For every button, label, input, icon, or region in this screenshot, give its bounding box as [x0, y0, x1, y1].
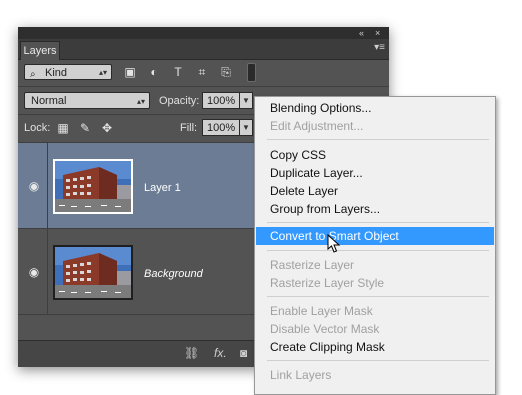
tab-layers[interactable]: Layers	[20, 41, 60, 60]
eye-icon[interactable]: ◉	[27, 180, 41, 192]
opacity-dropdown-button[interactable]: ▼	[239, 92, 253, 109]
menu-item-enable-layer-mask[interactable]: Enable Layer Mask	[256, 302, 494, 320]
adjustment-filter-icon[interactable]: ◐	[146, 64, 162, 80]
collapse-icon[interactable]: «	[359, 27, 364, 39]
shape-filter-icon[interactable]: ⌗	[194, 64, 210, 80]
filter-kind-label: Kind	[45, 67, 68, 79]
close-icon[interactable]: ×	[375, 27, 380, 39]
fill-label: Fill:	[180, 122, 198, 134]
divider	[18, 86, 389, 87]
menu-separator	[267, 139, 489, 140]
lock-transparent-pixels-icon[interactable]: ▦	[56, 121, 70, 135]
menu-item-disable-vector-mask[interactable]: Disable Vector Mask	[256, 320, 494, 338]
lock-position-icon[interactable]: ✥	[100, 121, 114, 135]
menu-separator	[267, 360, 489, 361]
menu-item-copy-css[interactable]: Copy CSS	[256, 146, 494, 164]
chevron-updown-icon: ▴▾	[98, 68, 107, 77]
menu-item-group-from-layers[interactable]: Group from Layers...	[256, 200, 494, 218]
menu-item-create-clipping-mask[interactable]: Create Clipping Mask	[256, 338, 494, 356]
lock-image-pixels-icon[interactable]: ✎	[78, 121, 92, 135]
link-icon[interactable]: ⛓	[184, 346, 199, 360]
mask-icon[interactable]: ◙	[240, 346, 247, 360]
search-icon: ⌕	[30, 69, 36, 80]
layer-name[interactable]: Layer 1	[144, 182, 181, 194]
menu-item-convert-to-smart-object[interactable]: Convert to Smart Object	[256, 227, 494, 245]
menu-item-link-layers[interactable]: Link Layers	[256, 366, 494, 384]
layer-context-menu: Blending Options... Edit Adjustment... C…	[254, 96, 496, 395]
menu-item-blending-options[interactable]: Blending Options...	[256, 99, 494, 117]
lock-label: Lock:	[24, 122, 51, 134]
smart-object-filter-icon[interactable]: ⎘	[218, 64, 234, 80]
menu-item-rasterize-layer[interactable]: Rasterize Layer	[256, 256, 494, 274]
mouse-cursor-icon	[327, 234, 341, 253]
panel-tab-row: Layers ▾≡	[18, 39, 389, 60]
image-filter-icon[interactable]: ▣	[122, 64, 138, 80]
menu-item-rasterize-layer-style[interactable]: Rasterize Layer Style	[256, 274, 494, 292]
fill-dropdown-button[interactable]: ▼	[239, 119, 253, 136]
type-filter-icon[interactable]: T	[170, 64, 186, 80]
panel-title-bar: « ×	[18, 27, 389, 39]
menu-separator	[267, 250, 489, 251]
panel-menu-icon[interactable]: ▾≡	[374, 42, 385, 54]
eye-icon[interactable]: ◉	[27, 266, 41, 278]
menu-separator	[267, 222, 489, 223]
fx-icon[interactable]: fx.	[214, 346, 227, 360]
blend-mode-select[interactable]: Normal ▴▾	[24, 92, 150, 109]
opacity-label: Opacity:	[159, 95, 200, 107]
chevron-updown-icon: ▴▾	[136, 97, 145, 106]
menu-item-duplicate-layer[interactable]: Duplicate Layer...	[256, 164, 494, 182]
fill-field[interactable]: 100%	[202, 119, 240, 136]
layer-name[interactable]: Background	[144, 268, 203, 280]
menu-separator	[267, 296, 489, 297]
opacity-field[interactable]: 100%	[202, 92, 240, 109]
layer-thumbnail[interactable]	[53, 159, 133, 214]
layer-thumbnail[interactable]	[53, 245, 133, 300]
filter-kind-select[interactable]: ⌕ Kind ▴▾	[24, 64, 112, 80]
menu-item-delete-layer[interactable]: Delete Layer	[256, 182, 494, 200]
blend-mode-value: Normal	[31, 95, 67, 107]
building-photo-thumbnail	[55, 161, 131, 212]
filter-toggle[interactable]	[247, 63, 256, 82]
building-photo-thumbnail	[55, 247, 131, 298]
menu-item-edit-adjustment[interactable]: Edit Adjustment...	[256, 117, 494, 135]
